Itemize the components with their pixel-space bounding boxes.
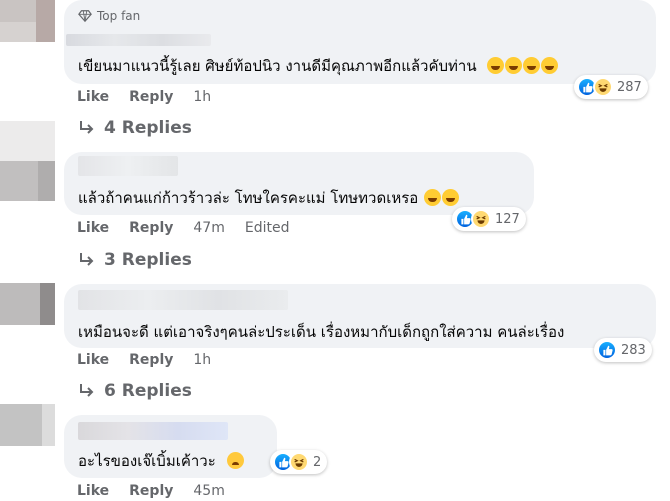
reaction-count: 127 bbox=[495, 211, 520, 227]
haha-reaction-icon bbox=[289, 452, 309, 472]
comment-timestamp[interactable]: 1h bbox=[193, 89, 211, 105]
comment-text: เขียนมาแนวนี้รู้เลย ศิษย์ท้อปนิว งานดีมี… bbox=[78, 54, 559, 78]
comment-timestamp[interactable]: 47m bbox=[193, 220, 224, 236]
comment-text: เหมือนจะดี แต่เอาจริงๆคนล่ะประเด็น เรื่อ… bbox=[78, 323, 565, 341]
haha-emoji bbox=[424, 189, 442, 206]
view-replies-button[interactable]: 4 Replies bbox=[78, 118, 192, 138]
comment-text: อะไรของเจ๊เบิ้มเค้าวะ bbox=[78, 449, 244, 473]
haha-emoji bbox=[505, 57, 523, 74]
reaction-summary[interactable]: 283 bbox=[594, 338, 652, 362]
author-name[interactable] bbox=[78, 156, 178, 176]
avatar[interactable] bbox=[0, 121, 55, 201]
badge-label: Top fan bbox=[97, 9, 141, 23]
comment-timestamp[interactable]: 45m bbox=[193, 483, 224, 499]
comment-bubble: เหมือนจะดี แต่เอาจริงๆคนล่ะประเด็น เรื่อ… bbox=[64, 284, 656, 348]
reply-arrow-icon bbox=[80, 253, 94, 266]
like-button[interactable]: Like bbox=[77, 352, 109, 368]
comment-bubble: Top fan เขียนมาแนวนี้รู้เลย ศิษย์ท้อปนิว… bbox=[64, 0, 656, 84]
comment-bubble: แล้วถ้าคนแก่ก้าวร้าวล่ะ โทษใครคะแม่ โทษท… bbox=[64, 152, 534, 215]
reply-arrow-icon bbox=[80, 384, 94, 397]
replies-count-label: 3 Replies bbox=[104, 250, 192, 270]
haha-reaction-icon bbox=[471, 209, 491, 229]
comment-bubble: อะไรของเจ๊เบิ้มเค้าวะ bbox=[64, 415, 277, 478]
avatar[interactable] bbox=[0, 283, 55, 325]
avatar[interactable] bbox=[0, 0, 55, 42]
reaction-summary[interactable]: 127 bbox=[452, 207, 526, 231]
avatar[interactable] bbox=[0, 404, 55, 446]
diamond-icon bbox=[78, 10, 92, 23]
like-button[interactable]: Like bbox=[77, 89, 109, 105]
reply-button[interactable]: Reply bbox=[129, 352, 173, 368]
haha-reaction-icon bbox=[593, 77, 613, 97]
view-replies-button[interactable]: 6 Replies bbox=[78, 381, 192, 401]
comment-actions: Like Reply 45m bbox=[77, 483, 225, 499]
like-reaction-icon bbox=[597, 340, 617, 360]
reaction-summary[interactable]: 2 bbox=[270, 450, 328, 474]
haha-emoji bbox=[487, 57, 505, 74]
comment-actions: Like Reply 47m Edited bbox=[77, 220, 289, 236]
author-name[interactable] bbox=[78, 422, 228, 440]
comment-actions: Like Reply 1h bbox=[77, 352, 211, 368]
comment-actions: Like Reply 1h bbox=[77, 89, 211, 105]
reply-button[interactable]: Reply bbox=[129, 220, 173, 236]
view-replies-button[interactable]: 3 Replies bbox=[78, 250, 192, 270]
replies-count-label: 6 Replies bbox=[104, 381, 192, 401]
reaction-summary[interactable]: 287 bbox=[574, 75, 648, 99]
like-button[interactable]: Like bbox=[77, 220, 109, 236]
author-name[interactable] bbox=[78, 290, 288, 310]
reaction-count: 287 bbox=[617, 79, 642, 95]
replies-count-label: 4 Replies bbox=[104, 118, 192, 138]
edited-label: Edited bbox=[244, 220, 290, 236]
haha-emoji bbox=[523, 57, 541, 74]
reaction-count: 283 bbox=[621, 342, 646, 358]
haha-emoji bbox=[442, 189, 460, 206]
reply-button[interactable]: Reply bbox=[129, 89, 173, 105]
sad-face-emoji bbox=[226, 452, 244, 469]
comment-text: แล้วถ้าคนแก่ก้าวร้าวล่ะ โทษใครคะแม่ โทษท… bbox=[78, 186, 460, 210]
like-button[interactable]: Like bbox=[77, 483, 109, 499]
haha-emoji bbox=[541, 57, 559, 74]
comment-timestamp[interactable]: 1h bbox=[193, 352, 211, 368]
reply-button[interactable]: Reply bbox=[129, 483, 173, 499]
reply-arrow-icon bbox=[80, 121, 94, 134]
top-fan-badge: Top fan bbox=[78, 9, 140, 23]
reaction-count: 2 bbox=[313, 454, 322, 470]
author-name[interactable] bbox=[66, 34, 211, 46]
